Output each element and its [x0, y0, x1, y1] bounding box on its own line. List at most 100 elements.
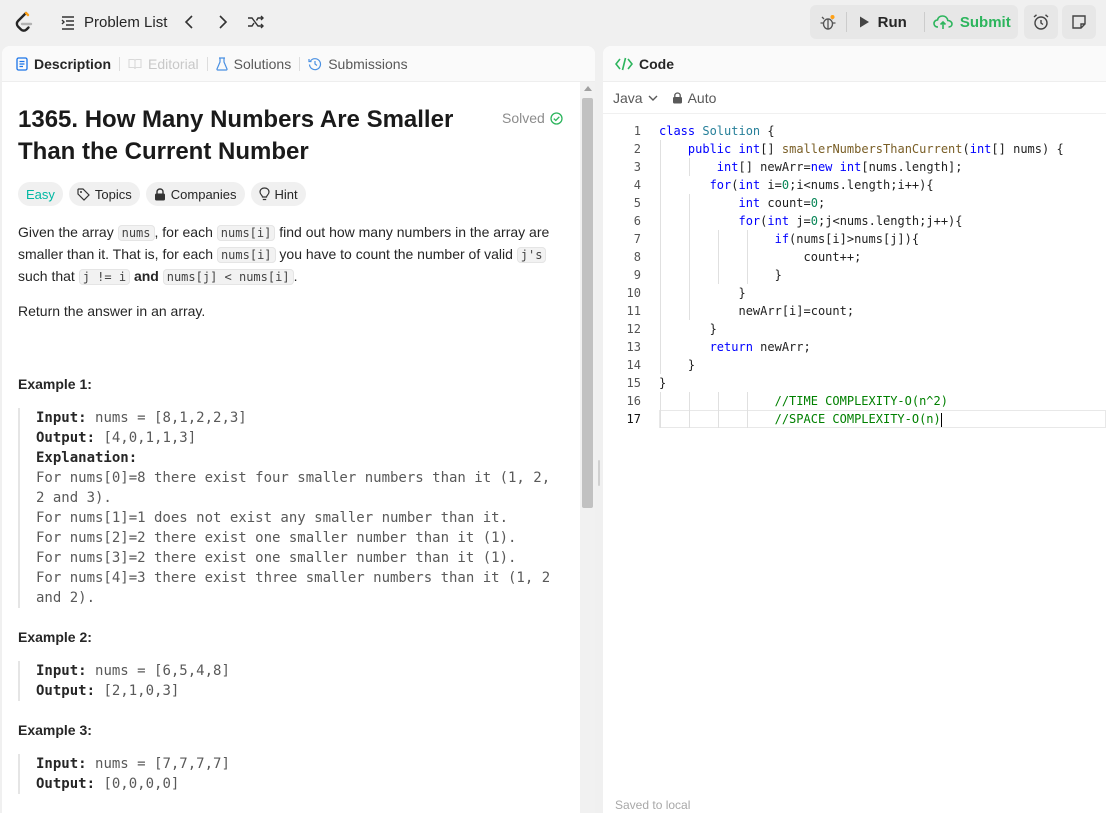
statement-text: Given the array [18, 224, 118, 240]
code-text: newArr[i]=count; [659, 304, 855, 318]
inline-code: nums[j] < nums[i] [162, 269, 294, 285]
hint-chip[interactable]: Hint [250, 182, 306, 206]
random-problem-button[interactable] [245, 11, 267, 33]
inline-code: nums [117, 225, 155, 241]
line-number: 10 [626, 286, 641, 300]
timer-button[interactable] [1024, 5, 1058, 39]
scroll-up-arrow-icon[interactable] [584, 86, 592, 91]
example-input: nums = [6,5,4,8] [95, 663, 230, 679]
auto-mode-toggle[interactable]: Auto [672, 90, 716, 106]
problem-list-button[interactable]: Problem List [60, 11, 167, 33]
code-text: int count=0; [738, 196, 826, 210]
code-line[interactable]: 3 int[] newArr=new int[nums.length]; [603, 158, 1106, 176]
code-line[interactable]: 12 } [603, 320, 1106, 338]
code-line[interactable]: 15} [603, 374, 1106, 392]
example-heading: Example 2: [18, 629, 92, 645]
notes-button[interactable] [1062, 5, 1096, 39]
next-problem-button[interactable] [212, 11, 234, 33]
code-line[interactable]: 1 class Solution { [603, 122, 1106, 140]
problem-statement-return: Return the answer in an array. [18, 303, 206, 319]
line-number: 12 [626, 322, 641, 336]
flask-icon [215, 56, 228, 71]
line-number: 5 [633, 196, 641, 210]
example-heading: Example 3: [18, 722, 92, 738]
bug-icon [820, 15, 836, 30]
line-number: 15 [626, 376, 641, 390]
note-icon [1072, 15, 1086, 29]
inline-code: j != i [78, 269, 131, 285]
submit-button[interactable]: Submit [925, 5, 1018, 39]
run-button[interactable]: Run [847, 5, 924, 39]
code-line[interactable]: 13 return newArr; [603, 338, 1106, 356]
code-text: if(nums[i]>nums[j]){ [774, 232, 920, 246]
topics-chip[interactable]: Topics [68, 182, 140, 206]
example-input-label: Input: [36, 756, 87, 772]
code-text: //TIME COMPLEXITY-O(n^2) [774, 394, 948, 408]
tag-icon [77, 187, 90, 201]
code-text: } [659, 268, 782, 282]
code-editor[interactable]: 1 class Solution {2 public int[] smallerN… [603, 122, 1106, 782]
code-line[interactable]: 7 if(nums[i]>nums[j]){ [603, 230, 1106, 248]
code-icon [615, 57, 633, 70]
example-output: [0,0,0,0] [103, 776, 180, 792]
panel-resize-handle[interactable] [597, 460, 601, 486]
history-icon [308, 57, 322, 70]
line-number: 14 [626, 358, 641, 372]
line-number: 16 [626, 394, 641, 408]
inline-code: nums[i] [216, 247, 276, 263]
code-line[interactable]: 2 public int[] smallerNumbersThanCurrent… [603, 140, 1106, 158]
description-scrollbar[interactable] [580, 82, 595, 813]
code-line[interactable]: 4 for(int i=0;i<nums.length;i++){ [603, 176, 1106, 194]
companies-chip[interactable]: Companies [145, 182, 245, 206]
code-text: for(int i=0;i<nums.length;i++){ [709, 178, 934, 192]
inline-code: j's [516, 247, 547, 263]
line-number: 13 [626, 340, 641, 354]
code-text: //SPACE COMPLEXITY-O(n) [774, 412, 942, 427]
check-circle-icon [550, 111, 563, 125]
example-output: [4,0,1,1,3] [103, 430, 197, 446]
language-label: Java [613, 89, 643, 106]
run-submit-bar: Run Submit [810, 5, 1018, 39]
tab-solutions[interactable]: Solutions [215, 56, 300, 72]
previous-problem-button[interactable] [178, 11, 200, 33]
tab-code[interactable]: Code [603, 46, 1106, 82]
tab-submissions[interactable]: Submissions [308, 56, 415, 72]
solved-status: Solved [502, 110, 563, 126]
chevron-right-icon [219, 15, 228, 29]
code-line[interactable]: 9 } [603, 266, 1106, 284]
shuffle-icon [248, 15, 264, 29]
tab-description-label: Description [34, 55, 112, 72]
code-line[interactable]: 6 for(int j=0;j<nums.length;j++){ [603, 212, 1106, 230]
example-block: Input: nums = [7,7,7,7] Output: [0,0,0,0… [18, 754, 558, 794]
code-panel: Code Java Auto 1 class Solution {2 public… [603, 46, 1106, 813]
code-line[interactable]: 5 int count=0; [603, 194, 1106, 212]
run-label: Run [877, 13, 907, 31]
leetcode-logo-icon[interactable] [12, 10, 36, 34]
statement-bold-text: and [133, 268, 159, 284]
lock-icon [672, 91, 682, 103]
problem-description: 1365. How Many Numbers Are Smaller Than … [2, 82, 580, 813]
line-number: 11 [626, 304, 641, 318]
code-text: } [659, 358, 696, 372]
code-line[interactable]: 10 } [603, 284, 1106, 302]
code-text: return newArr; [709, 340, 811, 354]
separator [299, 56, 301, 71]
topics-label: Topics [94, 186, 132, 202]
code-text: int[] newArr=new int[nums.length]; [716, 160, 963, 174]
debug-button[interactable] [810, 5, 846, 39]
code-line[interactable]: 16 //TIME COMPLEXITY-O(n^2) [603, 392, 1106, 410]
scroll-thumb[interactable] [582, 98, 593, 508]
resize-grip [598, 460, 600, 486]
line-number: 7 [633, 232, 641, 246]
code-line[interactable]: 14 } [603, 356, 1106, 374]
tab-editorial[interactable]: Editorial [128, 56, 207, 72]
language-select[interactable]: Java [613, 90, 658, 106]
code-line[interactable]: 11 newArr[i]=count; [603, 302, 1106, 320]
saved-status: Saved to local [615, 798, 691, 812]
example-heading: Example 1: [18, 376, 92, 392]
code-line[interactable]: 17 //SPACE COMPLEXITY-O(n) [603, 410, 1106, 428]
example-output-label: Output: [36, 430, 96, 446]
code-line[interactable]: 8 count++; [603, 248, 1106, 266]
chevron-down-icon [648, 95, 658, 101]
tab-description[interactable]: Description [16, 56, 119, 72]
